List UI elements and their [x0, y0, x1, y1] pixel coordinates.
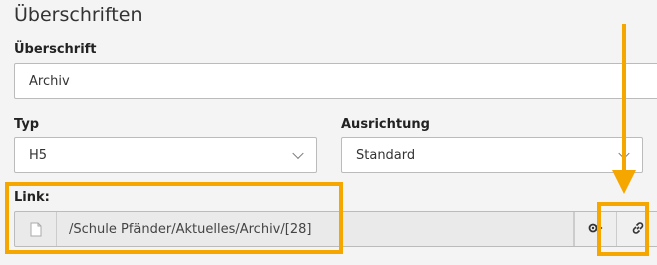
annotation-highlight-button	[597, 202, 649, 256]
headline-input[interactable]: Archiv	[14, 63, 657, 99]
headline-label: Überschrift	[14, 42, 97, 57]
type-label: Typ	[14, 117, 40, 132]
alignment-select[interactable]: Standard	[341, 137, 643, 173]
alignment-value: Standard	[356, 147, 416, 163]
annotation-arrow-head	[612, 170, 636, 194]
type-select[interactable]: H5	[14, 137, 317, 173]
chevron-down-icon	[292, 147, 304, 160]
headline-value: Archiv	[29, 73, 70, 89]
annotation-arrow-line	[622, 24, 626, 172]
section-title: Überschriften	[14, 4, 143, 26]
annotation-highlight-link	[5, 182, 343, 254]
type-value: H5	[29, 147, 48, 163]
alignment-label: Ausrichtung	[341, 117, 430, 132]
